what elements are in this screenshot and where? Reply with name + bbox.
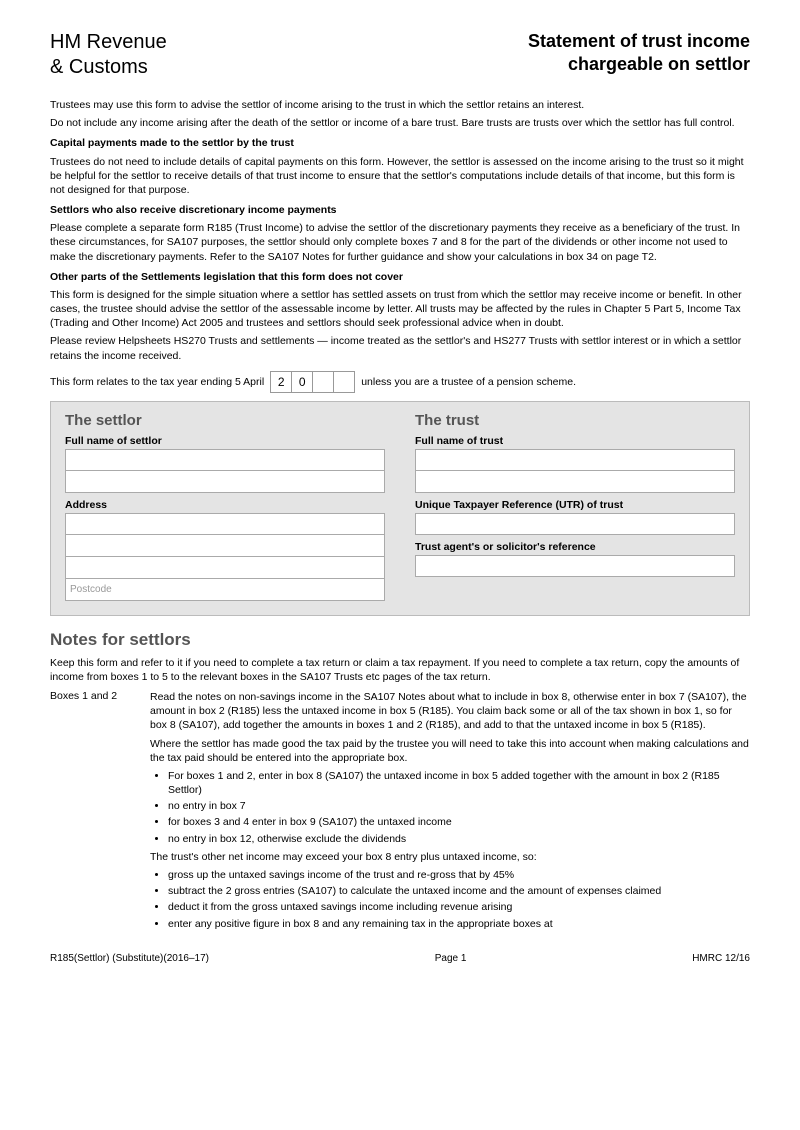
trust-column: The trust Full name of trust Unique Taxp… (415, 412, 735, 601)
notes-section: Notes for settlors Keep this form and re… (50, 630, 750, 935)
list-item: for boxes 3 and 4 enter in box 9 (SA107)… (168, 815, 750, 829)
box12-p1: Read the notes on non-savings income in … (150, 690, 750, 733)
footer-right: HMRC 12/16 (692, 953, 750, 964)
doc-title: Statement of trust income chargeable on … (528, 30, 750, 75)
utr-input[interactable] (415, 513, 735, 535)
list-item: subtract the 2 gross entries (SA107) to … (168, 884, 750, 898)
agent-ref-input[interactable] (415, 555, 735, 577)
header: HM Revenue & Customs Statement of trust … (50, 30, 750, 80)
address-line1[interactable] (65, 513, 385, 535)
address-label: Address (65, 499, 385, 511)
year-digit-3-input[interactable] (312, 371, 334, 393)
box12-p2: Where the settlor has made good the tax … (150, 737, 750, 765)
list-item: no entry in box 12, otherwise exclude th… (168, 832, 750, 846)
year-pre: This form relates to the tax year ending… (50, 376, 264, 388)
address-line3[interactable] (65, 557, 385, 579)
intro-p1: Trustees may use this form to advise the… (50, 98, 750, 112)
footer-center: Page 1 (435, 953, 467, 964)
agent-label: Trust agent's or solicitor's reference (415, 541, 735, 553)
trust-heading: The trust (415, 412, 735, 429)
trust-name-label: Full name of trust (415, 435, 735, 447)
footer: R185(Settlor) (Substitute)(2016–17) Page… (50, 953, 750, 964)
list-item: gross up the untaxed savings income of t… (168, 868, 750, 882)
intro-p6: Please review Helpsheets HS270 Trusts an… (50, 334, 750, 362)
boxes-1-2-row: Boxes 1 and 2 Read the notes on non-savi… (50, 690, 750, 935)
subhead-2: Settlors who also receive discretionary … (50, 203, 750, 217)
address-line2[interactable] (65, 535, 385, 557)
list-item: no entry in box 7 (168, 799, 750, 813)
intro-p3: Trustees do not need to include details … (50, 155, 750, 198)
trust-name-line2[interactable] (415, 471, 735, 493)
year-digit-4-input[interactable] (333, 371, 355, 393)
trust-name-line1[interactable] (415, 449, 735, 471)
footer-left: R185(Settlor) (Substitute)(2016–17) (50, 953, 209, 964)
utr-label: Unique Taxpayer Reference (UTR) of trust (415, 499, 735, 511)
subhead-1: Capital payments made to the settlor by … (50, 136, 750, 150)
box12-text: Read the notes on non-savings income in … (150, 690, 750, 935)
year-digit-2: 0 (291, 371, 313, 393)
settlor-name-line2[interactable] (65, 471, 385, 493)
org-line2: & Customs (50, 55, 167, 80)
title-line1: Statement of trust income (528, 30, 750, 53)
box12-p3: The trust's other net income may exceed … (150, 850, 750, 864)
list-item: For boxes 1 and 2, enter in box 8 (SA107… (168, 769, 750, 797)
intro-p5: This form is designed for the simple sit… (50, 288, 750, 331)
settlor-column: The settlor Full name of settlor Address (65, 412, 385, 601)
box12-list2: gross up the untaxed savings income of t… (150, 868, 750, 931)
postcode-input[interactable] (65, 579, 385, 601)
title-line2: chargeable on settlor (528, 53, 750, 76)
year-post: unless you are a trustee of a pension sc… (361, 376, 576, 388)
year-boxes: 2 0 (270, 371, 355, 393)
tax-year-line: This form relates to the tax year ending… (50, 371, 750, 393)
settlor-name-label: Full name of settlor (65, 435, 385, 447)
intro-text: Trustees may use this form to advise the… (50, 98, 750, 393)
list-item: deduct it from the gross untaxed savings… (168, 900, 750, 914)
notes-heading: Notes for settlors (50, 630, 750, 650)
list-item: enter any positive figure in box 8 and a… (168, 917, 750, 931)
settlor-name-line1[interactable] (65, 449, 385, 471)
org-line1: HM Revenue (50, 30, 167, 55)
form-panel: The settlor Full name of settlor Address… (50, 401, 750, 616)
intro-p2: Do not include any income arising after … (50, 116, 750, 130)
intro-p4: Please complete a separate form R185 (Tr… (50, 221, 750, 264)
box12-label: Boxes 1 and 2 (50, 690, 150, 935)
subhead-3: Other parts of the Settlements legislati… (50, 270, 750, 284)
box12-list1: For boxes 1 and 2, enter in box 8 (SA107… (150, 769, 750, 846)
notes-intro: Keep this form and refer to it if you ne… (50, 656, 750, 684)
org-logo: HM Revenue & Customs (50, 30, 167, 80)
settlor-heading: The settlor (65, 412, 385, 429)
year-digit-1: 2 (270, 371, 292, 393)
